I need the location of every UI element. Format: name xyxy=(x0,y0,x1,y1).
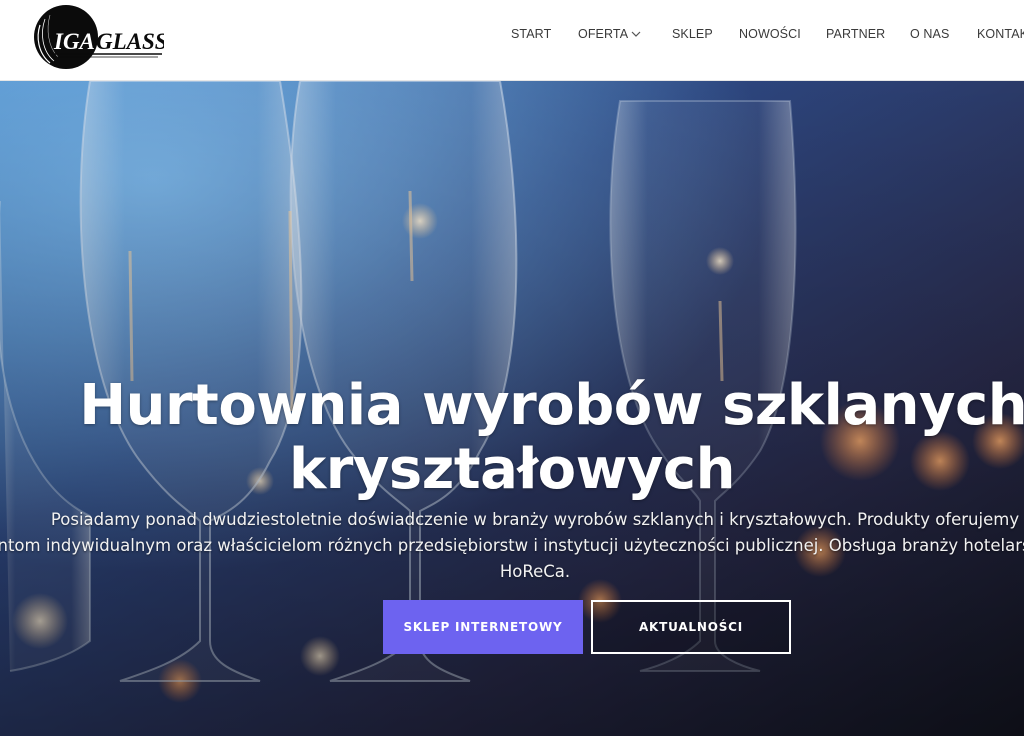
nav-nowosci[interactable]: NOWOŚCI xyxy=(739,27,801,41)
hero-section: Hurtownia wyrobów szklanych i kryształow… xyxy=(0,81,1024,736)
nav-oferta[interactable]: OFERTA xyxy=(578,27,628,41)
svg-text:IGA: IGA xyxy=(53,29,95,54)
iga-glass-logo[interactable]: IGA GLASS xyxy=(32,3,164,71)
nav-sklep[interactable]: SKLEP xyxy=(672,27,713,41)
nav-kontakt[interactable]: KONTAKT xyxy=(977,27,1024,41)
nav-o-nas[interactable]: O NAS xyxy=(910,27,949,41)
hero-description-line-2: klientom indywidualnym oraz właścicielom… xyxy=(0,535,1024,555)
hero-title-line-2: kryształowych xyxy=(289,436,735,502)
nav-start[interactable]: START xyxy=(511,27,551,41)
svg-text:GLASS: GLASS xyxy=(96,29,164,54)
news-button[interactable]: AKTUALNOŚCI xyxy=(591,600,791,654)
nav-partner[interactable]: PARTNER xyxy=(826,27,885,41)
hero-description-line-1: Posiadamy ponad dwudziestoletnie doświad… xyxy=(50,509,1020,529)
hero-description-line-3: HoReCa. xyxy=(499,561,571,581)
hero-title: Hurtownia wyrobów szklanych i kryształow… xyxy=(0,372,1024,502)
site-header: IGA GLASS START OFERTA SKLEP NOWOŚCI PAR… xyxy=(0,0,1024,81)
chevron-down-icon[interactable] xyxy=(631,31,641,37)
shop-button[interactable]: SKLEP INTERNETOWY xyxy=(383,600,583,654)
hero-description: Posiadamy ponad dwudziestoletnie doświad… xyxy=(0,507,1024,585)
hero-title-line-1: Hurtownia wyrobów szklanych i xyxy=(79,372,1024,438)
